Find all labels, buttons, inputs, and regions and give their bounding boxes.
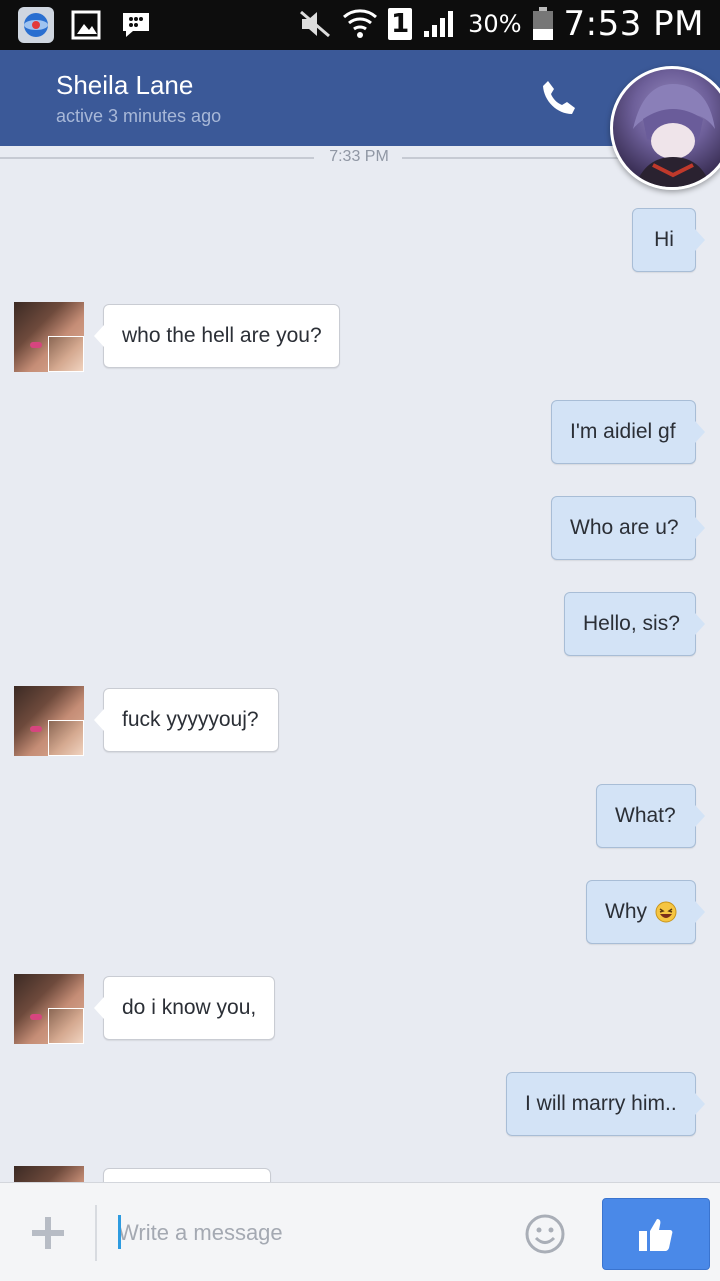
- message-text: Hello, sis?: [583, 612, 680, 635]
- sender-avatar[interactable]: [14, 302, 84, 372]
- message-text: I'm aidiel gf: [570, 420, 676, 443]
- sender-avatar[interactable]: [14, 1166, 84, 1182]
- battery-icon: [532, 7, 553, 40]
- phone-icon[interactable]: [538, 78, 578, 118]
- bbm-icon: [118, 7, 154, 43]
- message-composer: [0, 1182, 720, 1281]
- outgoing-message[interactable]: Who are u?: [551, 496, 705, 560]
- status-bar: 1 30% 7:53 PM: [0, 0, 720, 50]
- message-text: do i know you,: [122, 996, 257, 1019]
- message-text: Hi: [654, 228, 674, 251]
- laughing-emoji-icon: [655, 901, 677, 923]
- message-text: I will marry him..: [525, 1092, 677, 1115]
- outgoing-message[interactable]: Hello, sis?: [564, 592, 705, 656]
- message-text: who the hell are you?: [122, 324, 322, 347]
- incoming-message[interactable]: who the hell are you?: [94, 304, 340, 368]
- time-divider-label: 7:33 PM: [329, 148, 389, 165]
- incoming-message[interactable]: do i know you,: [94, 976, 275, 1040]
- emoji-picker-icon[interactable]: [524, 1213, 566, 1255]
- add-attachment-icon[interactable]: [30, 1215, 66, 1251]
- composer-divider: [95, 1205, 97, 1261]
- sender-avatar[interactable]: [14, 974, 84, 1044]
- sim-badge: 1: [388, 8, 413, 40]
- contact-name[interactable]: Sheila Lane: [56, 70, 193, 101]
- outgoing-message[interactable]: I'm aidiel gf: [551, 400, 705, 464]
- time-divider: 7:33 PM: [0, 146, 720, 170]
- outgoing-message[interactable]: Hi: [632, 208, 705, 272]
- incoming-message[interactable]: [103, 1168, 271, 1182]
- like-send-button[interactable]: [602, 1198, 710, 1270]
- message-text: Who are u?: [570, 516, 679, 539]
- outgoing-message[interactable]: What?: [596, 784, 705, 848]
- message-text: fuck yyyyyouj?: [122, 708, 259, 731]
- wifi-icon: [343, 9, 378, 38]
- thumbs-up-icon: [639, 1219, 673, 1251]
- message-text: Why: [605, 900, 647, 923]
- signal-icon: [424, 11, 454, 37]
- message-text: What?: [615, 804, 676, 827]
- text-caret: [118, 1215, 121, 1249]
- message-thread[interactable]: 7:33 PM Hi who the hell are you? I'm aid…: [0, 146, 720, 1182]
- gallery-icon: [68, 7, 104, 43]
- anime-avatar-icon: [633, 84, 715, 187]
- mute-icon: [300, 10, 331, 38]
- outgoing-message[interactable]: Why: [586, 880, 705, 944]
- message-input[interactable]: [118, 1217, 508, 1249]
- outgoing-message[interactable]: I will marry him..: [506, 1072, 705, 1136]
- incoming-message[interactable]: fuck yyyyyouj?: [94, 688, 279, 752]
- battery-percent: 30%: [468, 10, 522, 38]
- sender-avatar[interactable]: [14, 686, 84, 756]
- browser-icon: [18, 7, 54, 43]
- clock: 7:53 PM: [563, 4, 704, 44]
- contact-status: active 3 minutes ago: [56, 106, 222, 126]
